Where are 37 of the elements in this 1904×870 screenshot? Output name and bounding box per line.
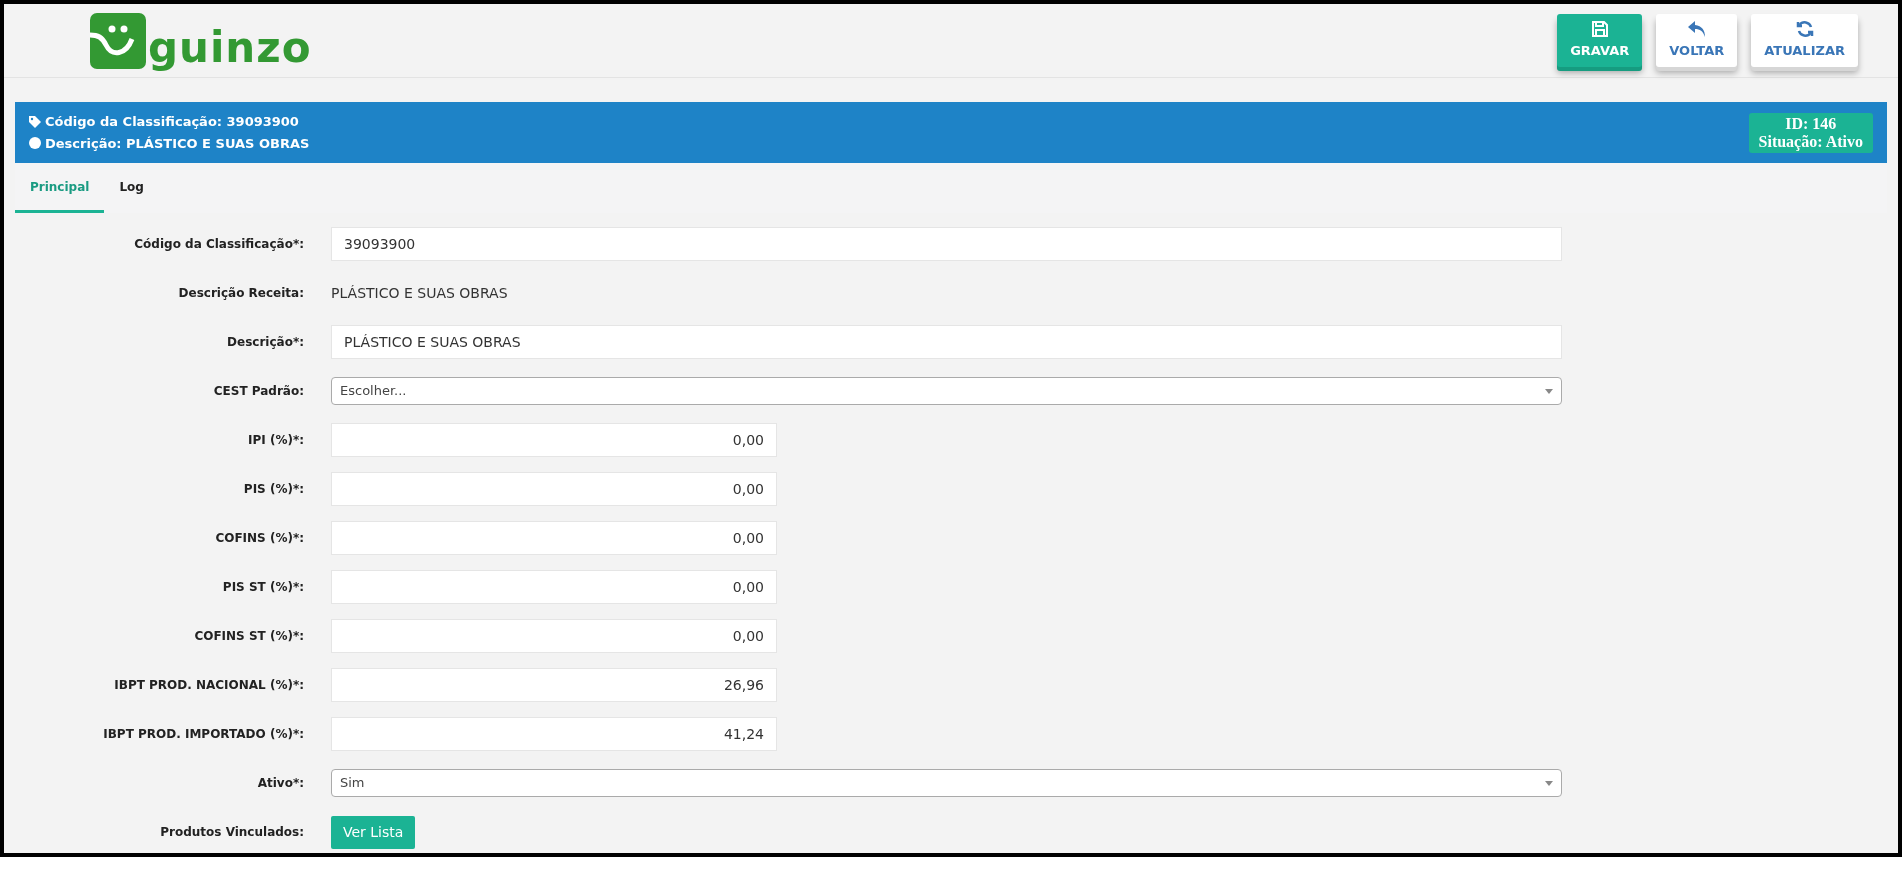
tag-icon (29, 115, 41, 128)
field-label: IBPT PROD. NACIONAL (%)*: (113, 677, 304, 694)
logo-wordmark: guinzo (148, 26, 312, 69)
smiley-logo-icon (90, 12, 146, 69)
select-dropdown[interactable]: Sim (331, 769, 1562, 797)
field-label: IBPT PROD. IMPORTADO (%)*: (102, 726, 304, 743)
text-field[interactable]: 39093900 (331, 227, 1562, 261)
caret-icon (1545, 389, 1553, 394)
select-dropdown[interactable]: Escolher... (331, 377, 1562, 405)
circle-icon (29, 137, 41, 150)
number-field[interactable]: 0,00 (331, 423, 777, 457)
number-field[interactable]: 26,96 (331, 668, 777, 702)
field-label: Ativo*: (256, 775, 304, 792)
field-label: CEST Padrão: (212, 383, 304, 400)
field-label: Descrição*: (226, 334, 304, 351)
field-label: Descrição Receita: (177, 285, 304, 302)
field-label: Produtos Vinculados: (159, 824, 304, 841)
field-label: COFINS ST (%)*: (193, 628, 304, 645)
field-value: PLÁSTICO E SUAS OBRAS (331, 285, 508, 301)
text-field[interactable]: PLÁSTICO E SUAS OBRAS (331, 325, 1562, 359)
status-badge: ID: 146 Situação: Ativo (1748, 112, 1873, 153)
number-field[interactable]: 0,00 (331, 472, 777, 506)
field-label: COFINS (%)*: (214, 530, 304, 547)
number-field[interactable]: 0,00 (331, 570, 777, 604)
caret-icon (1545, 781, 1553, 786)
classification-description: Descrição: PLÁSTICO E SUAS OBRAS (45, 134, 310, 153)
field-label: PIS ST (%)*: (221, 579, 304, 596)
field-label: IPI (%)*: (247, 432, 304, 449)
refresh-icon (1795, 20, 1814, 39)
reply-arrow-icon (1686, 20, 1707, 39)
field-label: Código da Classificação*: (133, 236, 304, 253)
tab[interactable]: Log (104, 163, 159, 213)
field-label: PIS (%)*: (242, 481, 304, 498)
number-field[interactable]: 41,24 (331, 717, 777, 751)
number-field[interactable]: 0,00 (331, 619, 777, 653)
classification-code: Código da Classificação: 39093900 (45, 113, 299, 131)
number-field[interactable]: 0,00 (331, 521, 777, 555)
